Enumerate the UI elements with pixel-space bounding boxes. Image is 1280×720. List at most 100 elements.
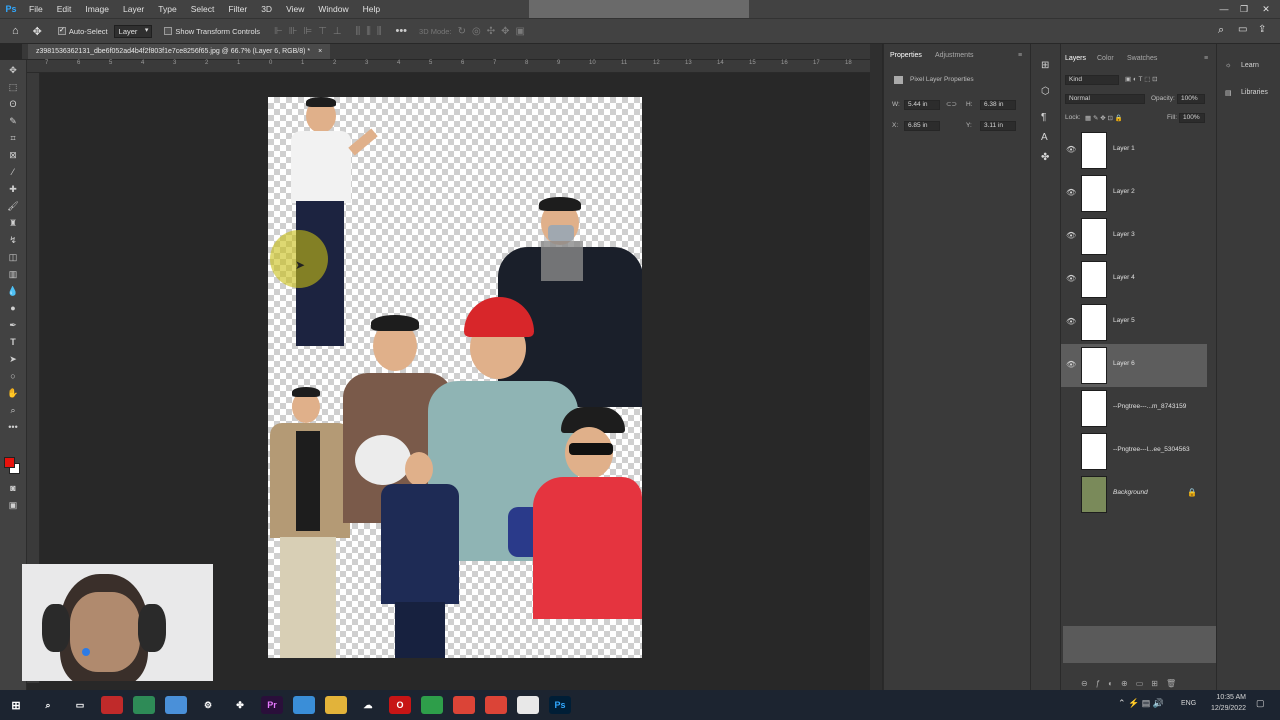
menu-view[interactable]: View bbox=[279, 4, 311, 14]
search-icon[interactable]: ⌕ bbox=[37, 696, 59, 714]
menu-edit[interactable]: Edit bbox=[50, 4, 79, 14]
3d-panel-icon[interactable]: ⬡ bbox=[1041, 86, 1050, 97]
type-tool-icon[interactable]: T bbox=[6, 336, 20, 349]
menu-select[interactable]: Select bbox=[184, 4, 222, 14]
menu-help[interactable]: Help bbox=[356, 4, 387, 14]
lasso-tool-icon[interactable]: ʘ bbox=[6, 98, 20, 111]
auto-select-checkbox[interactable]: ✓ bbox=[57, 27, 66, 35]
tab-properties[interactable]: Properties bbox=[890, 52, 922, 59]
menu-type[interactable]: Type bbox=[151, 4, 183, 14]
width-field[interactable]: 5.44 in bbox=[904, 100, 940, 110]
hand-tool-icon[interactable]: ✋ bbox=[6, 387, 20, 400]
visibility-eye-icon[interactable]: 👁 bbox=[1066, 317, 1076, 326]
foreground-color-swatch[interactable] bbox=[4, 457, 15, 468]
close-icon[interactable]: ✕ bbox=[1256, 0, 1276, 18]
history-icon[interactable]: ⊞ bbox=[1041, 60, 1049, 71]
tray-icons[interactable]: ⌃ ⚡ ▤ 🔊 bbox=[1118, 698, 1164, 709]
height-field[interactable]: 6.38 in bbox=[980, 100, 1016, 110]
visibility-eye-icon[interactable]: 👁 bbox=[1066, 274, 1076, 283]
learn-icon[interactable]: ☼ bbox=[1225, 62, 1231, 69]
3d-roll-icon[interactable]: ◎ bbox=[472, 26, 481, 37]
align-left-icon[interactable]: ⊩ bbox=[274, 26, 283, 37]
zoom-tool-icon[interactable]: ⌕ bbox=[6, 404, 20, 417]
clock-date[interactable]: 12/29/2022 bbox=[1204, 705, 1246, 712]
3d-rotate-icon[interactable]: ↻ bbox=[458, 26, 466, 37]
premiere-icon[interactable]: Pr bbox=[261, 696, 283, 714]
tab-swatches[interactable]: Swatches bbox=[1127, 55, 1157, 62]
visibility-eye-icon[interactable]: 👁 bbox=[1066, 231, 1076, 240]
restore-icon[interactable]: ❐ bbox=[1234, 0, 1254, 18]
edit-toolbar-icon[interactable]: ••• bbox=[6, 421, 20, 434]
crop-tool-icon[interactable]: ⌗ bbox=[6, 132, 20, 145]
filter-icons[interactable]: ▣ ◐ T ⬚ ⊡ bbox=[1125, 75, 1158, 83]
windows-start-icon[interactable]: ⊞ bbox=[5, 696, 27, 714]
3d-scale-icon[interactable]: ▣ bbox=[515, 26, 524, 37]
workspace-icon[interactable]: ▭ bbox=[1238, 24, 1247, 35]
move-tool-icon[interactable]: ✥ bbox=[6, 64, 20, 77]
app-icon[interactable]: ✤ bbox=[229, 696, 251, 714]
layers-menu-icon[interactable]: ≡ bbox=[1204, 55, 1208, 62]
screen-mode-icon[interactable]: ▣ bbox=[6, 499, 20, 512]
layer-row[interactable]: 👁 Layer 3 bbox=[1061, 215, 1207, 258]
gradient-tool-icon[interactable]: ▥ bbox=[6, 268, 20, 281]
app-icon[interactable] bbox=[165, 696, 187, 714]
blend-mode-dropdown[interactable]: Normal bbox=[1065, 94, 1145, 104]
app-icon[interactable] bbox=[133, 696, 155, 714]
layer-row[interactable]: --Pngtree---...m_8743159 bbox=[1061, 387, 1207, 430]
more-options-icon[interactable]: ••• bbox=[395, 25, 407, 37]
chrome-icon[interactable] bbox=[453, 696, 475, 714]
task-view-icon[interactable]: ▭ bbox=[69, 696, 91, 714]
history-brush-tool-icon[interactable]: ↯ bbox=[6, 234, 20, 247]
opera-icon[interactable]: O bbox=[389, 696, 411, 714]
visibility-eye-icon[interactable]: 👁 bbox=[1066, 188, 1076, 197]
blur-tool-icon[interactable]: 💧 bbox=[6, 285, 20, 298]
eraser-tool-icon[interactable]: ◫ bbox=[6, 251, 20, 264]
clock-time[interactable]: 10:35 AM bbox=[1206, 694, 1246, 701]
y-field[interactable]: 3.11 in bbox=[980, 121, 1016, 131]
align-top-icon[interactable]: ⊤ bbox=[318, 26, 327, 37]
quick-select-tool-icon[interactable]: ✎ bbox=[6, 115, 20, 128]
frame-tool-icon[interactable]: ⊠ bbox=[6, 149, 20, 162]
search-icon[interactable]: ⌕ bbox=[1218, 24, 1224, 37]
path-select-tool-icon[interactable]: ➤ bbox=[6, 353, 20, 366]
app-icon[interactable] bbox=[421, 696, 443, 714]
home-icon[interactable]: ⌂ bbox=[12, 25, 19, 37]
share-icon[interactable]: ⇪ bbox=[1258, 24, 1266, 35]
opacity-field[interactable]: 100% bbox=[1177, 94, 1205, 104]
eyedropper-tool-icon[interactable]: ⁄ bbox=[6, 166, 20, 179]
layer-actions-icons[interactable]: ⊖ƒ◐⊕▭⊞🗑 bbox=[1081, 679, 1184, 688]
chrome-icon[interactable] bbox=[485, 696, 507, 714]
character-icon[interactable]: A bbox=[1041, 132, 1048, 143]
healing-tool-icon[interactable]: ✚ bbox=[6, 183, 20, 196]
distribute-2-icon[interactable]: ⫼ bbox=[366, 26, 371, 37]
tab-color[interactable]: Color bbox=[1097, 55, 1114, 62]
fill-field[interactable]: 100% bbox=[1179, 113, 1205, 123]
photoshop-logo[interactable]: Ps bbox=[0, 0, 22, 18]
stamp-tool-icon[interactable]: ♜ bbox=[6, 217, 20, 230]
layer-row[interactable]: Background 🔒 bbox=[1061, 473, 1207, 516]
app-icon[interactable] bbox=[101, 696, 123, 714]
notification-icon[interactable]: ▢ bbox=[1256, 698, 1265, 709]
paths-icon[interactable]: ✤ bbox=[1041, 152, 1049, 163]
layer-row[interactable]: 👁 Layer 2 bbox=[1061, 172, 1207, 215]
move-tool-icon[interactable]: ✥ bbox=[33, 25, 42, 38]
layer-row[interactable]: 👁 Layer 4 bbox=[1061, 258, 1207, 301]
visibility-eye-icon[interactable]: 👁 bbox=[1066, 360, 1076, 369]
panel-menu-icon[interactable]: ≡ bbox=[1018, 52, 1022, 59]
filter-kind-dropdown[interactable]: Kind bbox=[1065, 75, 1119, 85]
shape-tool-icon[interactable]: ○ bbox=[6, 370, 20, 383]
3d-drag-icon[interactable]: ✣ bbox=[487, 26, 495, 37]
link-icon[interactable]: ⊂⊃ bbox=[946, 100, 957, 108]
distribute-icon[interactable]: ⫼ bbox=[356, 26, 361, 37]
align-middle-icon[interactable]: ⊥ bbox=[333, 26, 342, 37]
visibility-eye-icon[interactable]: 👁 bbox=[1066, 145, 1076, 154]
layer-row[interactable]: 👁 Layer 5 bbox=[1061, 301, 1207, 344]
show-transform-checkbox[interactable] bbox=[164, 27, 173, 35]
quick-mask-icon[interactable]: ◙ bbox=[6, 482, 20, 495]
app-icon[interactable]: ☁ bbox=[357, 696, 379, 714]
distribute-3-icon[interactable]: ⫼ bbox=[377, 26, 382, 37]
file-explorer-icon[interactable] bbox=[325, 696, 347, 714]
photoshop-taskbar-icon[interactable]: Ps bbox=[549, 696, 571, 714]
document-canvas[interactable] bbox=[268, 97, 642, 658]
auto-select-dropdown[interactable]: Layer bbox=[113, 24, 153, 38]
